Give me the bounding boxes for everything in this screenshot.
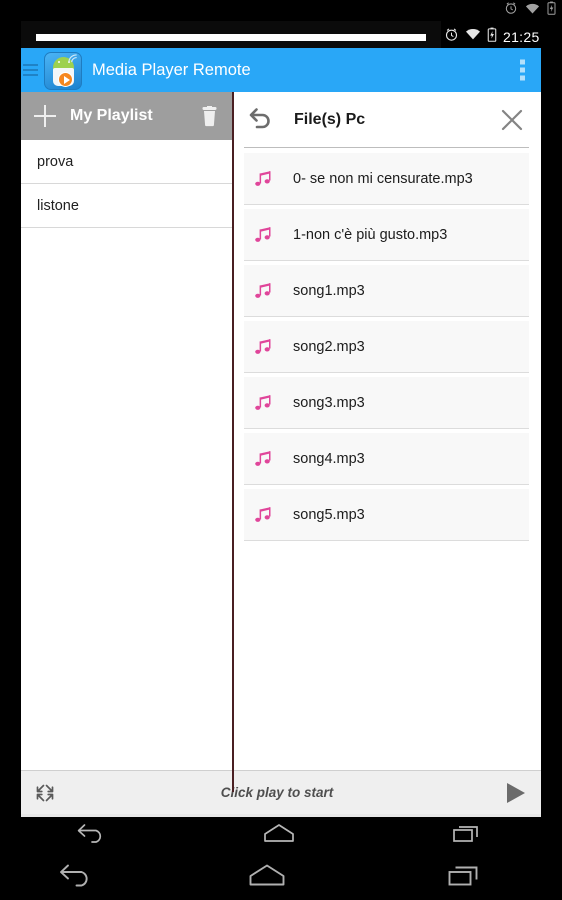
overflow-menu-icon[interactable]	[516, 56, 529, 85]
application-window: Media Player Remote My Playlist prova li…	[21, 48, 541, 814]
battery-icon-overlay	[487, 27, 497, 47]
music-note-icon	[254, 169, 274, 189]
file-list: 0- se non mi censurate.mp3 1-non c'è più…	[232, 153, 541, 541]
pane-divider	[232, 92, 234, 792]
undo-arrow-icon[interactable]	[248, 105, 274, 134]
nav-row-secondary	[0, 862, 562, 888]
player-bar: Click play to start	[21, 770, 541, 814]
home-icon[interactable]	[171, 862, 362, 888]
app-action-bar: Media Player Remote	[21, 48, 541, 92]
battery-icon	[547, 1, 556, 20]
hamburger-menu-icon[interactable]	[23, 64, 44, 76]
list-item[interactable]: song2.mp3	[244, 321, 529, 373]
system-status-bar	[0, 0, 562, 21]
plus-icon[interactable]	[34, 105, 56, 127]
trash-icon[interactable]	[201, 106, 218, 127]
screenshot-progress-bar	[36, 34, 426, 41]
list-item[interactable]: 1-non c'è più gusto.mp3	[244, 209, 529, 261]
playlist-header: My Playlist	[21, 92, 232, 140]
list-item[interactable]: song3.mp3	[244, 377, 529, 429]
window-bottom-edge	[21, 814, 541, 817]
recents-icon[interactable]	[374, 822, 562, 844]
content-panes: My Playlist prova listone File(s) Pc 0- …	[21, 92, 541, 792]
list-item[interactable]: song1.mp3	[244, 265, 529, 317]
device-screen: 21:25 Media Player Remote My Playlist pr…	[0, 0, 562, 900]
files-title: File(s) Pc	[294, 110, 366, 128]
file-name: song4.mp3	[293, 450, 365, 467]
file-name: 1-non c'è più gusto.mp3	[293, 226, 448, 243]
file-name: song2.mp3	[293, 338, 365, 355]
files-header: File(s) Pc	[232, 92, 541, 147]
alarm-icon-overlay	[444, 27, 459, 47]
app-logo-icon	[44, 51, 82, 90]
file-name: song5.mp3	[293, 506, 365, 523]
playlist-title: My Playlist	[70, 107, 153, 124]
player-status-text: Click play to start	[220, 785, 334, 800]
file-name: 0- se non mi censurate.mp3	[293, 170, 473, 187]
music-note-icon	[254, 449, 274, 469]
files-panel: File(s) Pc 0- se non mi censurate.mp3 1-…	[232, 92, 541, 792]
alarm-icon	[504, 1, 518, 20]
play-icon[interactable]	[505, 781, 527, 805]
music-note-icon	[254, 281, 274, 301]
wifi-icon	[525, 2, 540, 20]
list-item[interactable]: prova	[21, 140, 232, 184]
nav-row-primary	[0, 822, 562, 844]
file-name: song3.mp3	[293, 394, 365, 411]
playlist-items: prova listone	[21, 140, 232, 228]
music-note-icon	[254, 393, 274, 413]
right-bezel	[541, 48, 562, 814]
recents-icon[interactable]	[371, 862, 562, 888]
app-title: Media Player Remote	[92, 60, 251, 79]
close-x-icon[interactable]	[500, 108, 524, 132]
list-item[interactable]: song5.mp3	[244, 489, 529, 541]
list-item[interactable]: 0- se non mi censurate.mp3	[244, 153, 529, 205]
back-icon[interactable]	[0, 862, 171, 888]
system-navigation-bar	[0, 814, 562, 900]
file-name: song1.mp3	[293, 282, 365, 299]
list-item[interactable]: listone	[21, 184, 232, 228]
music-note-icon	[254, 337, 274, 357]
wifi-icon-overlay	[465, 27, 481, 46]
left-bezel	[0, 48, 21, 814]
music-note-icon	[254, 505, 274, 525]
music-note-icon	[254, 225, 274, 245]
files-header-separator	[244, 147, 529, 148]
playlist-panel: My Playlist prova listone	[21, 92, 232, 792]
status-bar-clock: 21:25	[503, 28, 540, 45]
list-item[interactable]: song4.mp3	[244, 433, 529, 485]
back-icon[interactable]	[0, 822, 185, 844]
home-icon[interactable]	[185, 822, 373, 844]
